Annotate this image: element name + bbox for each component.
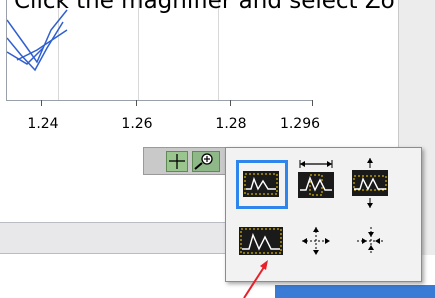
panel-divider [0,222,240,254]
instruction-text: Click the magnifier and select Zo [14,0,395,14]
x-tick-label: 1.26 [121,116,153,132]
zoom-in-point-option[interactable] [300,225,332,257]
plot-trace [7,9,68,72]
x-zoom-icon [298,160,334,198]
zoom-to-fit-icon [239,227,283,255]
graph-window: 1.24 1.26 1.28 1.296 [0,0,435,298]
cursor-movement-tool[interactable] [166,151,188,172]
zoom-out-point-icon [357,227,385,255]
x-tick [312,100,313,106]
x-tick [41,100,42,106]
zoom-rectangle-icon [243,171,279,197]
x-tick [230,100,231,106]
plot-area[interactable] [6,0,313,101]
x-tick-label: 1.296 [279,116,321,132]
zoom-to-fit-option[interactable] [239,227,283,255]
x-tick-label: 1.24 [27,116,59,132]
x-zoom-option[interactable] [296,160,336,200]
crosshair-icon [169,154,185,169]
y-zoom-option[interactable] [350,157,390,209]
zoom-out-point-option[interactable] [355,225,387,257]
zoom-rectangle-option[interactable] [243,171,279,197]
window-strip [275,285,435,298]
zoom-in-point-icon [302,227,330,255]
x-tick-label: 1.28 [215,116,247,132]
zoom-tool[interactable] [192,151,220,172]
magnifier-icon [194,153,213,170]
y-zoom-icon [352,158,388,208]
x-tick [136,100,137,106]
